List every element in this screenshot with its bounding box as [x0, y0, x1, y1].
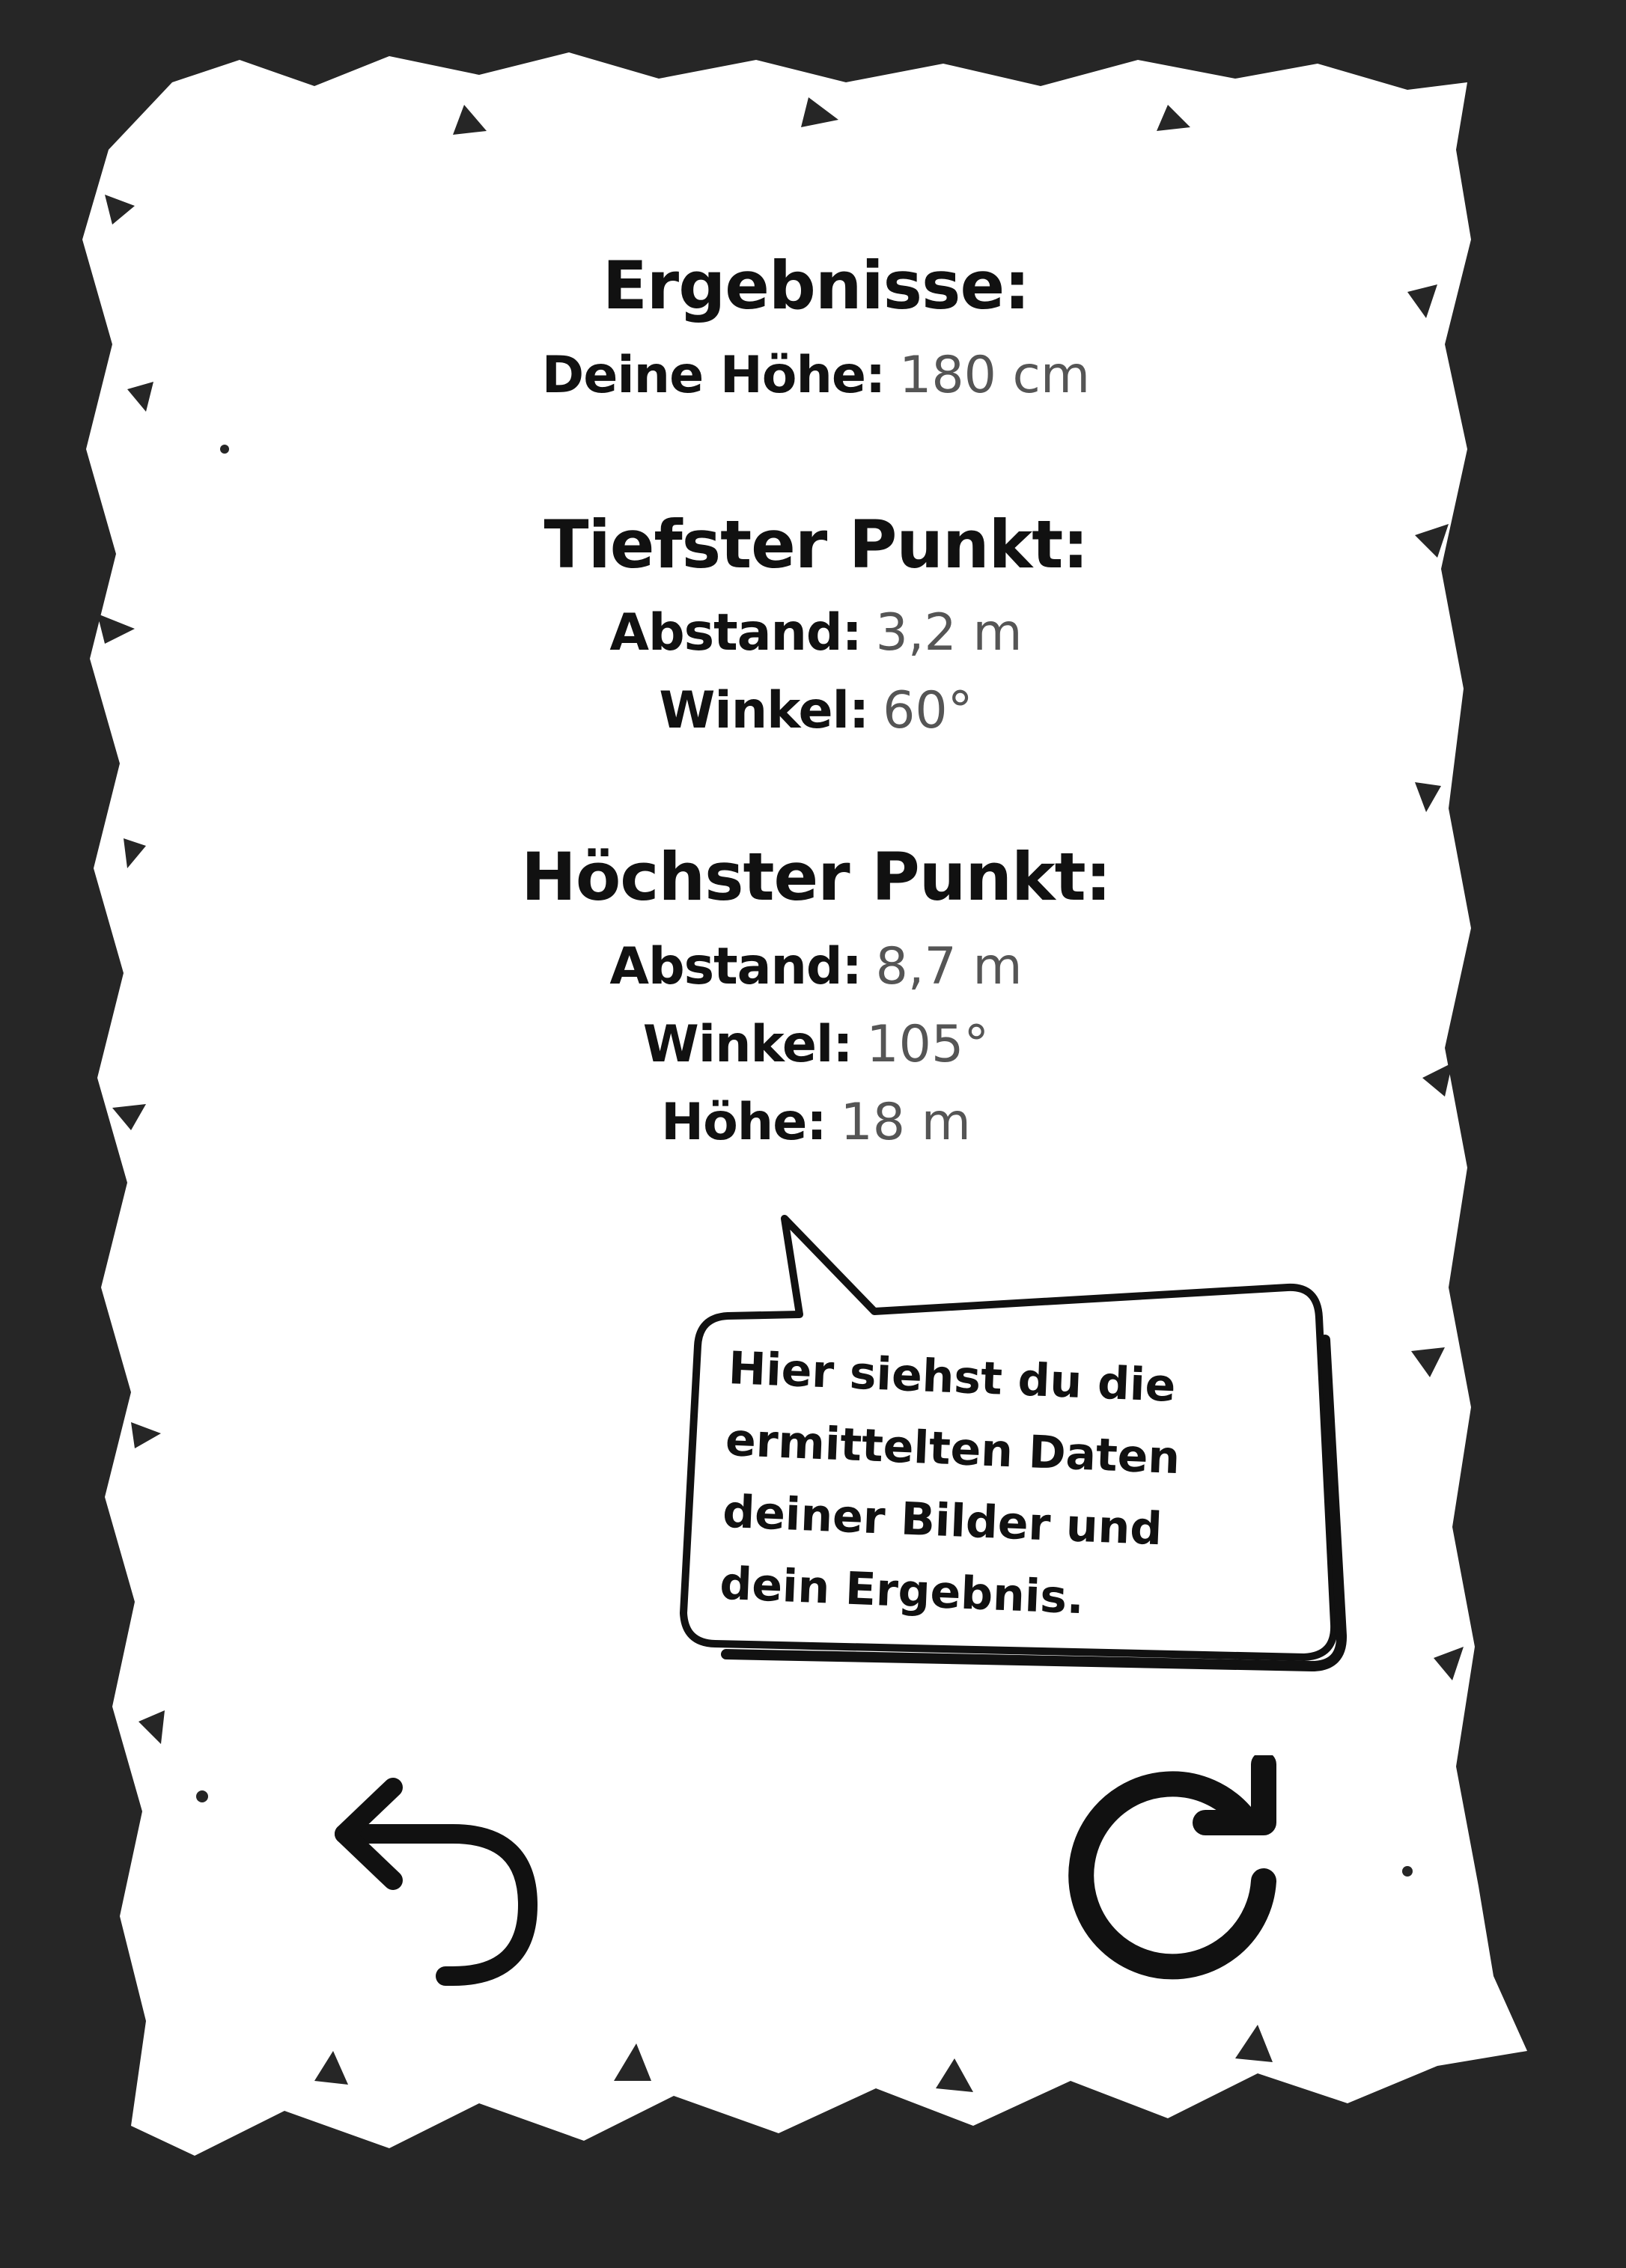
restart-button[interactable] — [1063, 1752, 1303, 1995]
results-screen: Ergebnisse: Deine Höhe: 180 cm Tiefster … — [0, 0, 1626, 2268]
back-button[interactable] — [322, 1766, 546, 1991]
speech-bubble-text: Hier siehst du die ermittelten Daten dei… — [719, 1332, 1194, 1638]
speech-bubble — [680, 1215, 1347, 1672]
reload-icon — [1068, 1752, 1276, 1980]
undo-arrow-icon — [335, 1778, 538, 1986]
